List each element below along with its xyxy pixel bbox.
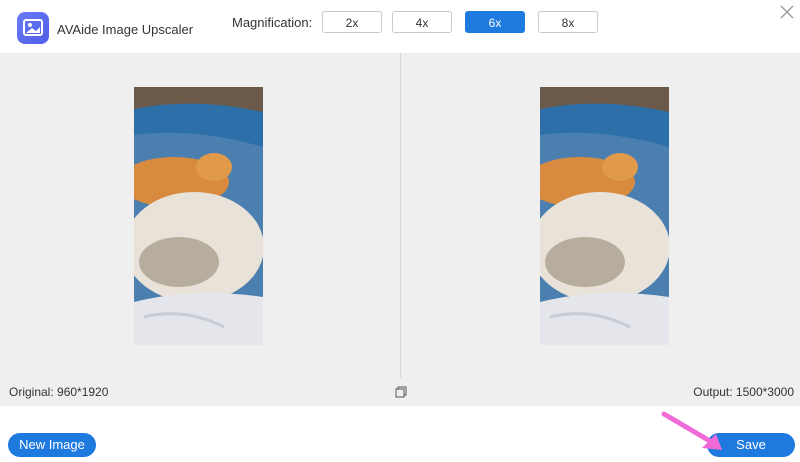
annotation-arrow-icon xyxy=(660,410,740,455)
copy-compare-icon[interactable] xyxy=(395,385,407,398)
app-logo-icon xyxy=(17,12,49,44)
close-icon[interactable] xyxy=(779,4,795,20)
original-size-label: Original: 960*1920 xyxy=(9,385,109,399)
output-image xyxy=(540,87,669,345)
original-image xyxy=(134,87,263,345)
status-bar: Original: 960*1920 Output: 1500*3000 xyxy=(0,378,800,406)
output-size-label: Output: 1500*3000 xyxy=(693,385,794,399)
new-image-button[interactable]: New Image xyxy=(8,433,96,457)
magnify-2x-button[interactable]: 2x xyxy=(322,11,382,33)
magnify-4x-button[interactable]: 4x xyxy=(392,11,452,33)
app-title: AVAide Image Upscaler xyxy=(57,22,194,37)
magnify-8x-button[interactable]: 8x xyxy=(538,11,598,33)
preview-area xyxy=(0,53,800,378)
preview-divider xyxy=(400,53,401,378)
magnify-6x-button[interactable]: 6x xyxy=(465,11,525,33)
app-header: AVAide Image Upscaler Magnification: 2x … xyxy=(0,0,800,53)
magnification-label: Magnification: xyxy=(232,15,313,30)
